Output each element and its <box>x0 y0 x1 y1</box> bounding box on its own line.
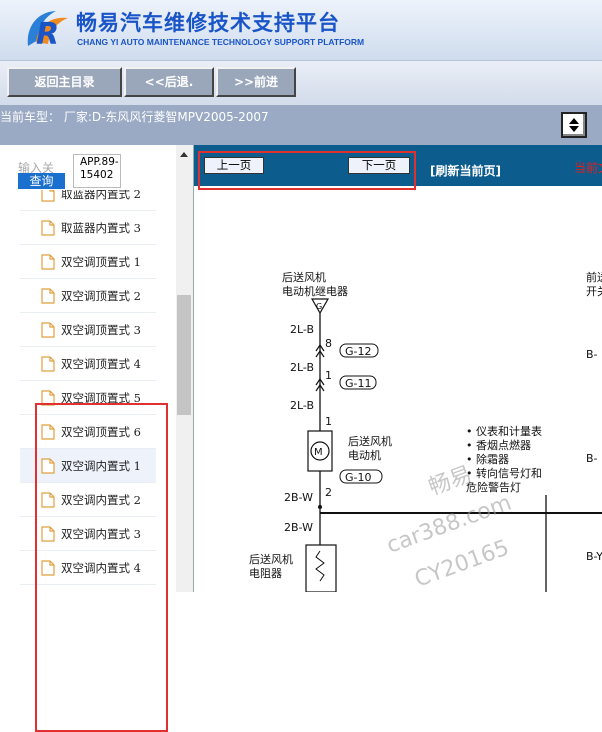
tree-item[interactable]: 双空调内置式 2 <box>20 483 156 517</box>
right-wire-label-1: B- <box>586 348 598 361</box>
document-icon <box>41 560 55 576</box>
wiring-diagram: 后送风机 电动机继电器 G 2L-B 8 G-12 2L-B 1 G-11 2L… <box>249 270 602 592</box>
toggle-arrows-icon <box>569 118 579 132</box>
tree-item-label: 双空调顶置式 2 <box>61 289 141 303</box>
wire-label-b: 2L-B <box>290 361 314 374</box>
fuse-list-item-3: • 除霜器 <box>466 452 509 466</box>
tree-item-label: 双空调内置式 2 <box>61 493 141 507</box>
pin-2-label: 2 <box>325 486 332 499</box>
tree-item[interactable]: 双空调顶置式 5 <box>20 381 156 415</box>
document-icon <box>41 492 55 508</box>
content-pane: 上一页 下一页 [刷新当前页] 当前文 后送风机 电动机继电器 G 2L-B 8… <box>193 145 602 592</box>
watermark-text-1: 畅易 <box>426 462 476 501</box>
connector-g-label: G <box>316 302 322 311</box>
document-icon <box>41 424 55 440</box>
sidebar-scrollbar[interactable] <box>176 145 193 592</box>
document-tree: 取蓝器内置式 2 取蓝器内置式 3 双空调顶置式 1 双空调顶置式 2 双空调顶置式 3… <box>0 190 176 592</box>
tree-item[interactable]: 双空调内置式 4 <box>20 551 156 585</box>
refresh-page-link[interactable]: [刷新当前页] <box>430 162 501 179</box>
site-subtitle: CHANG YI AUTO MAINTENANCE TECHNOLOGY SUP… <box>77 37 365 47</box>
connector-g10-label: G-10 <box>345 471 372 484</box>
tree-item-label: 双空调顶置式 4 <box>61 357 141 371</box>
resistor-label-line1: 后送风机 <box>249 552 293 566</box>
pin-1a-label: 1 <box>325 369 332 382</box>
tree-item[interactable]: 双空调内置式 3 <box>20 517 156 551</box>
fuse-list-item-5: 危险警告灯 <box>466 480 521 494</box>
tree-item-label: 双空调内置式 1 <box>61 459 141 473</box>
site-title: 畅易汽车维修技术支持平台 <box>76 11 340 35</box>
current-car-bar: 当前车型： 厂家:D-东风风行菱智MPV2005-2007 <box>0 105 602 145</box>
svg-text:M: M <box>314 447 323 458</box>
fuse-list-item-4: • 转向信号灯和 <box>466 466 542 480</box>
connector-g11-label: G-11 <box>345 377 372 390</box>
motor-label-line2: 电动机 <box>348 448 381 462</box>
scroll-thumb[interactable] <box>177 295 191 415</box>
fuse-list-item-2: • 香烟点燃器 <box>466 438 531 452</box>
current-doc-label: 当前文 <box>574 161 602 175</box>
tree-item[interactable]: 双空调内置式 1 <box>20 449 156 483</box>
pin-1b-label: 1 <box>325 415 332 428</box>
sidebar: 输入关 查询 APP.89-15402 取蓝器内置式 2 取蓝器内置式 3 双空调顶… <box>0 145 193 732</box>
wire-label-c: 2L-B <box>290 399 314 412</box>
document-icon <box>41 288 55 304</box>
wire-label-a: 2L-B <box>290 323 314 336</box>
right-label-line1: 前送 <box>586 270 602 284</box>
wire-label-e: 2B-W <box>284 521 313 534</box>
toolbar: 返回主目录 <<后退. >>前进 <box>0 60 602 106</box>
tree-item-label: 双空调顶置式 6 <box>61 425 141 439</box>
document-icon <box>41 322 55 338</box>
relay-label-line2: 电动机继电器 <box>282 284 348 298</box>
search-input[interactable]: APP.89-15402 <box>73 154 121 188</box>
header-banner: R 畅易汽车维修技术支持平台 CHANG YI AUTO MAINTENANCE… <box>0 0 602 60</box>
resistor-label-line2: 电阻器 <box>249 567 282 580</box>
tree-item-label: 双空调内置式 4 <box>61 561 141 575</box>
connector-g12-label: G-12 <box>345 345 372 358</box>
fuse-list-item-1: • 仪表和计量表 <box>466 424 542 438</box>
tree-item[interactable]: 取蓝器内置式 3 <box>20 211 156 245</box>
document-icon <box>41 458 55 474</box>
document-icon <box>41 190 55 202</box>
logo-icon: R <box>22 6 72 52</box>
document-icon <box>41 356 55 372</box>
right-wire-label-2: B- <box>586 452 598 465</box>
next-page-button[interactable]: 下一页 <box>348 157 410 174</box>
relay-label-line1: 后送风机 <box>282 270 326 284</box>
tree-item[interactable]: 双空调顶置式 2 <box>20 279 156 313</box>
tree-item[interactable]: 双空调顶置式 1 <box>20 245 156 279</box>
svg-text:R: R <box>36 17 59 52</box>
page-nav-bar: 上一页 下一页 [刷新当前页] 当前文 <box>194 145 602 186</box>
tree-item-label: 取蓝器内置式 3 <box>61 221 141 235</box>
right-label-line2: 开关 <box>586 284 602 298</box>
document-icon <box>41 254 55 270</box>
tree-item-label: 双空调顶置式 3 <box>61 323 141 337</box>
home-button[interactable]: 返回主目录 <box>7 67 122 97</box>
current-car-label: 当前车型： 厂家:D-东风风行菱智MPV2005-2007 <box>0 110 269 124</box>
document-icon <box>41 220 55 236</box>
tree-item[interactable]: 双空调顶置式 6 <box>20 415 156 449</box>
tree-item[interactable]: 双空调顶置式 4 <box>20 347 156 381</box>
document-icon <box>41 526 55 542</box>
forward-button[interactable]: >>前进 <box>216 67 296 97</box>
panel-toggle-button[interactable] <box>561 112 587 138</box>
pin-8-label: 8 <box>325 337 332 350</box>
wire-label-d: 2B-W <box>284 491 313 504</box>
tree-item-label: 双空调内置式 3 <box>61 527 141 541</box>
tree-item[interactable]: 双空调顶置式 3 <box>20 313 156 347</box>
scroll-up-arrow-icon[interactable] <box>180 152 188 157</box>
tree-item-label: 双空调顶置式 1 <box>61 255 141 269</box>
document-icon <box>41 390 55 406</box>
tree-item-label: 取蓝器内置式 2 <box>61 190 141 201</box>
right-wire-label-3: B-Y <box>586 550 602 563</box>
tree-item-label: 双空调顶置式 5 <box>61 391 141 405</box>
motor-label-line1: 后送风机 <box>348 434 392 448</box>
back-button[interactable]: <<后退. <box>124 67 214 97</box>
tree-item[interactable]: 取蓝器内置式 2 <box>20 190 156 211</box>
search-button[interactable]: 查询 <box>18 173 65 189</box>
prev-page-button[interactable]: 上一页 <box>204 157 264 174</box>
